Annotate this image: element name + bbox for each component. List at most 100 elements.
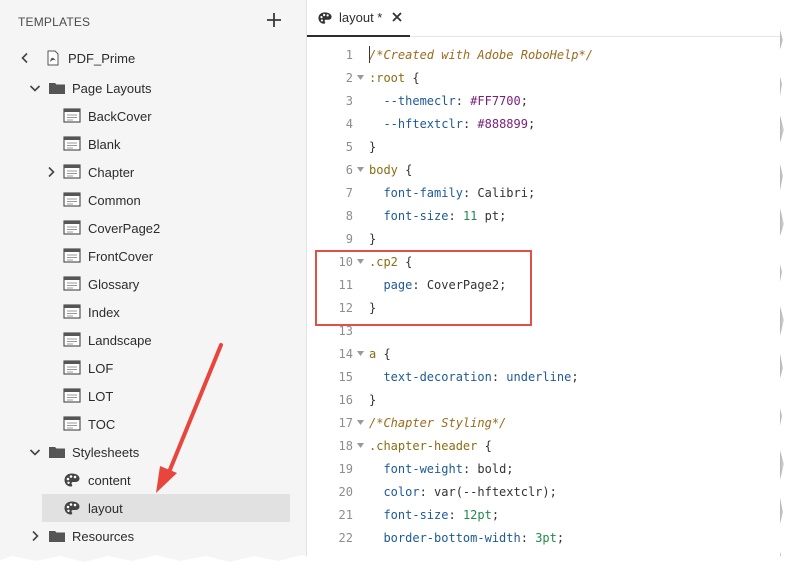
tree-item-label: Chapter — [88, 165, 135, 180]
tree-folder-label: Page Layouts — [72, 81, 152, 96]
tree-item-blank[interactable]: Blank — [0, 130, 306, 158]
close-icon[interactable] — [391, 11, 403, 23]
code-selector: body — [369, 163, 398, 177]
palette-icon — [318, 12, 332, 24]
line-number: 8 — [345, 209, 353, 223]
code-text: } — [369, 393, 376, 407]
code-line: 9 } — [307, 228, 780, 251]
tree-item-chapter[interactable]: Chapter — [0, 158, 306, 186]
page-layout-icon — [63, 276, 81, 291]
chevron-down-icon[interactable] — [29, 82, 41, 94]
chevron-down-icon[interactable] — [29, 446, 41, 458]
code-comment: /*Chapter Styling*/ — [369, 416, 507, 430]
page-layout-icon — [63, 360, 81, 375]
line-number: 19 — [338, 462, 353, 476]
palette-icon — [64, 501, 80, 515]
line-number: 2 — [345, 71, 353, 85]
code-value: #888899 — [477, 117, 528, 131]
chevron-right-icon[interactable] — [29, 530, 41, 542]
line-number: 22 — [338, 531, 353, 545]
fold-arrow-icon[interactable] — [357, 75, 364, 81]
fold-arrow-icon[interactable] — [357, 420, 364, 426]
code-line: 16 } — [307, 389, 780, 412]
code-comment: /*Created with Adobe RoboHelp*/ — [369, 48, 593, 62]
fold-arrow-icon[interactable] — [357, 443, 364, 449]
page-layout-icon — [63, 136, 81, 151]
tree-item-backcover[interactable]: BackCover — [0, 102, 306, 130]
code-value: bold — [477, 462, 507, 476]
page-layout-icon — [63, 164, 81, 179]
tree-folder-stylesheets[interactable]: Stylesheets — [0, 438, 306, 466]
folder-icon — [49, 83, 65, 94]
templates-panel: TEMPLATES PDF_Prime Page Layouts BackCov… — [0, 0, 307, 562]
code-line: 1 /*Created with Adobe RoboHelp*/ — [307, 44, 780, 67]
code-property: font-size — [383, 209, 449, 223]
palette-icon — [64, 473, 80, 487]
tree-item-label: content — [88, 473, 131, 488]
code-number: 3pt — [535, 531, 557, 545]
code-property: font-family — [383, 186, 463, 200]
tree-folder-page-layouts[interactable]: Page Layouts — [0, 74, 306, 102]
tree-item-lof[interactable]: LOF — [0, 354, 306, 382]
code-brace: } — [369, 232, 377, 246]
annotation-highlight-box — [315, 250, 532, 326]
tab-layout[interactable]: layout * — [307, 0, 410, 37]
code-line: 5 } — [307, 136, 780, 159]
code-value: var(--hftextclr) — [434, 485, 550, 499]
tree-item-frontcover[interactable]: FrontCover — [0, 242, 306, 270]
line-number: 20 — [338, 485, 353, 499]
tree-item-label: LOT — [88, 389, 114, 404]
code-text: font-size: 12pt; — [383, 508, 500, 522]
tree-item-landscape[interactable]: Landscape — [0, 326, 306, 354]
code-line: 3 --themeclr: #FF7700; — [307, 90, 780, 113]
code-brace: { — [376, 347, 391, 361]
tree-item-label: BackCover — [88, 109, 152, 124]
tree-item-common[interactable]: Common — [0, 186, 306, 214]
tree-item-label: Landscape — [88, 333, 152, 348]
code-property: font-size — [383, 508, 449, 522]
tree-item-label: Blank — [88, 137, 121, 152]
code-line: 2 :root { — [307, 67, 780, 90]
line-number: 15 — [338, 370, 353, 384]
tree-folder-resources[interactable]: Resources — [0, 522, 306, 550]
add-icon[interactable] — [264, 10, 284, 30]
chevron-left-icon[interactable] — [19, 52, 31, 64]
code-text: } — [369, 232, 376, 246]
fold-arrow-icon[interactable] — [357, 351, 364, 357]
line-number: 18 — [338, 439, 353, 453]
chevron-right-icon[interactable] — [45, 166, 57, 178]
tree-item-lot[interactable]: LOT — [0, 382, 306, 410]
tree-item-label: Index — [88, 305, 120, 320]
tree-item-label: TOC — [88, 417, 116, 432]
panel-title: TEMPLATES — [18, 15, 91, 29]
tree-item-layout[interactable]: layout — [0, 494, 306, 522]
code-text: a { — [369, 347, 391, 361]
code-text: color: var(--hftextclr); — [383, 485, 557, 499]
line-number: 9 — [345, 232, 353, 246]
pdf-file-icon — [47, 50, 59, 66]
code-text: body { — [369, 163, 412, 177]
editor-tabbar: layout * — [307, 0, 780, 37]
tree-item-label: FrontCover — [88, 249, 154, 264]
tree-item-coverpage2[interactable]: CoverPage2 — [0, 214, 306, 242]
tree-item-label: CoverPage2 — [88, 221, 161, 236]
code-line: 6 body { — [307, 159, 780, 182]
code-unit: pt — [484, 209, 500, 223]
tree-item-toc[interactable]: TOC — [0, 410, 306, 438]
tree-item-index[interactable]: Index — [0, 298, 306, 326]
page-layout-icon — [63, 192, 81, 207]
code-line: 17 /*Chapter Styling*/ — [307, 412, 780, 435]
tree-item-content[interactable]: content — [0, 466, 306, 494]
code-text: /*Created with Adobe RoboHelp*/ — [369, 48, 593, 62]
folder-icon — [49, 447, 65, 458]
tree-item-glossary[interactable]: Glossary — [0, 270, 306, 298]
tree-item-pdf-prime[interactable]: PDF_Prime — [0, 44, 306, 72]
line-number: 14 — [338, 347, 353, 361]
code-line: 19 font-weight: bold; — [307, 458, 780, 481]
tree-item-label: LOF — [88, 361, 114, 376]
folder-icon — [49, 531, 65, 542]
fold-arrow-icon[interactable] — [357, 167, 364, 173]
code-brace: } — [369, 140, 377, 154]
code-property: color — [383, 485, 420, 499]
code-value: #FF7700 — [470, 94, 521, 108]
